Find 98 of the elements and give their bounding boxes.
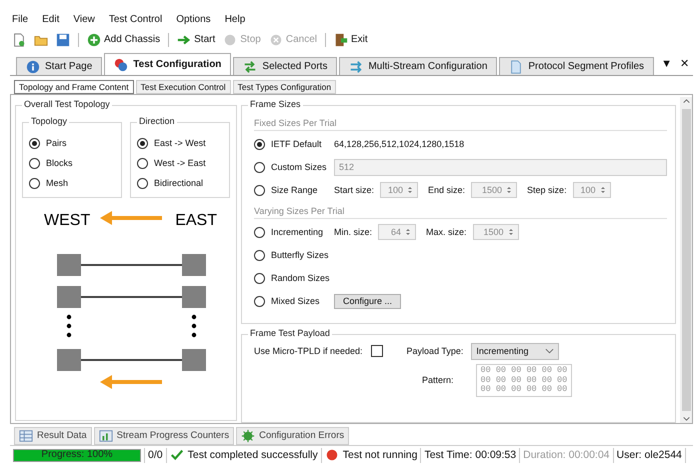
tab[interactable]: Topology and Frame Content (14, 80, 134, 94)
radio-option[interactable]: West -> East (137, 153, 223, 174)
radio-option[interactable]: East -> West (137, 133, 223, 154)
group-title: Overall Test Topology (22, 99, 112, 110)
arrows-icon (243, 60, 258, 74)
info-icon (26, 60, 40, 74)
chevron-icon (545, 348, 554, 354)
radio-option[interactable]: Bidirectional (137, 173, 223, 194)
document-tab[interactable]: Multi-Stream Configuration (339, 57, 498, 75)
field-label: Payload Type: (406, 346, 464, 357)
group-title: Topology (29, 116, 70, 127)
spin-arrows-icon (406, 185, 414, 196)
tab[interactable]: Test Types Configuration (232, 80, 336, 94)
toolbar-button[interactable]: Exit (332, 33, 370, 47)
menu-item[interactable]: Options (176, 14, 211, 26)
radio-option[interactable]: Mixed Sizes (254, 291, 334, 312)
tab[interactable]: Test Execution Control (136, 80, 231, 94)
field-label: Max. size: (426, 226, 467, 238)
arrows-icon (349, 60, 364, 74)
checkbox[interactable] (370, 345, 383, 358)
menu-item[interactable]: Test Control (108, 14, 162, 26)
radio-option[interactable]: Mesh (29, 173, 115, 194)
cancel-icon (268, 33, 283, 47)
checkmark-icon (170, 448, 184, 462)
port-node (182, 286, 206, 308)
status-text: Test completed successfully (188, 448, 318, 462)
field-label: Pattern: (422, 375, 454, 386)
save-icon (56, 33, 70, 47)
ellipsis-dots (66, 315, 72, 338)
document-icon (509, 60, 524, 74)
field-label: Step size: (527, 185, 567, 196)
port-node (57, 254, 81, 276)
radio-option[interactable]: IETF Default (254, 134, 334, 154)
status-count: 0/0 (145, 448, 167, 463)
toolbar-button[interactable]: Start (175, 33, 218, 47)
panel-tab[interactable]: Result Data (14, 427, 92, 446)
spin-arrows-icon (404, 227, 412, 238)
spin-arrows-icon (505, 185, 514, 196)
radio-option[interactable]: Blocks (29, 153, 115, 174)
toolbar-button[interactable]: Add Chassis (85, 33, 162, 47)
field-label: Min. size: (334, 226, 372, 238)
panel-tab[interactable]: Stream Progress Counters (94, 427, 234, 446)
table-icon (19, 429, 33, 444)
section-title: Varying Sizes Per Trial (254, 206, 667, 219)
progress-label: Progress: 100% (40, 450, 114, 461)
bug-icon (241, 429, 256, 444)
payload-type-dropdown[interactable]: Incrementing (471, 342, 560, 360)
radio-option[interactable]: Random Sizes (254, 268, 334, 288)
toolbar-button[interactable] (32, 33, 50, 47)
section-title: Fixed Sizes Per Trial (254, 118, 667, 131)
document-tab[interactable]: Selected Ports (233, 57, 338, 75)
group-title: Direction (137, 116, 177, 127)
menu-item[interactable]: File (12, 14, 28, 26)
menu-item[interactable]: View (73, 14, 95, 26)
status-text: Duration: 00:00:04 (520, 448, 614, 463)
document-tab[interactable]: Test Configuration (104, 53, 232, 75)
port-node (57, 286, 81, 308)
right-arrow-icon (177, 33, 192, 47)
document-tab[interactable]: Protocol Segment Profiles (499, 57, 654, 75)
direction-label: EAST (175, 212, 217, 230)
direction-label: WEST (44, 212, 90, 230)
panel-tab[interactable]: Configuration Errors (236, 427, 350, 446)
page-icon (12, 33, 26, 47)
field-label: End size: (428, 185, 466, 196)
arrow (100, 375, 162, 390)
port-node (182, 349, 206, 372)
status-text: Test Time: 00:09:53 (421, 448, 520, 463)
spin-arrows-icon (506, 227, 515, 238)
radio-option[interactable]: Butterfly Sizes (254, 245, 334, 266)
radio-option[interactable]: Size Range (254, 180, 334, 200)
folder-icon (34, 33, 48, 47)
port-node (57, 349, 81, 372)
port-node (182, 254, 206, 276)
document-tab[interactable]: Start Page (16, 57, 102, 75)
radio-option[interactable]: Pairs (29, 133, 115, 154)
spin-arrows-icon (598, 185, 607, 196)
status-dot-icon (324, 448, 339, 462)
configure-button[interactable]: Configure ... (334, 294, 402, 309)
chart-window-icon (98, 429, 113, 444)
status-text: User: ole2544 (614, 448, 686, 463)
exit-door-icon (334, 33, 348, 47)
ellipsis-dots (192, 315, 196, 338)
value-text: 64,128,256,512,1024,1280,1518 (334, 139, 464, 150)
status-text: Test not running (342, 448, 418, 462)
plus-circle-icon (87, 33, 101, 47)
menu-item[interactable]: Help (224, 14, 246, 26)
group-title: Frame Sizes (248, 99, 303, 110)
circle-icon (223, 33, 238, 47)
group-title: Frame Test Payload (248, 328, 332, 339)
radio-option[interactable]: Incrementing (254, 222, 334, 242)
scrollbar-thumb[interactable] (682, 109, 690, 412)
field-label: Use Micro-TPLD if needed: (254, 346, 363, 357)
menu-item[interactable]: Edit (42, 14, 60, 26)
dropdown-button[interactable]: ▼ (661, 58, 672, 71)
field-label: Start size: (334, 185, 374, 196)
close-button[interactable]: ✕ (680, 58, 689, 71)
arrow (100, 211, 162, 226)
toolbar-button[interactable] (54, 33, 72, 47)
